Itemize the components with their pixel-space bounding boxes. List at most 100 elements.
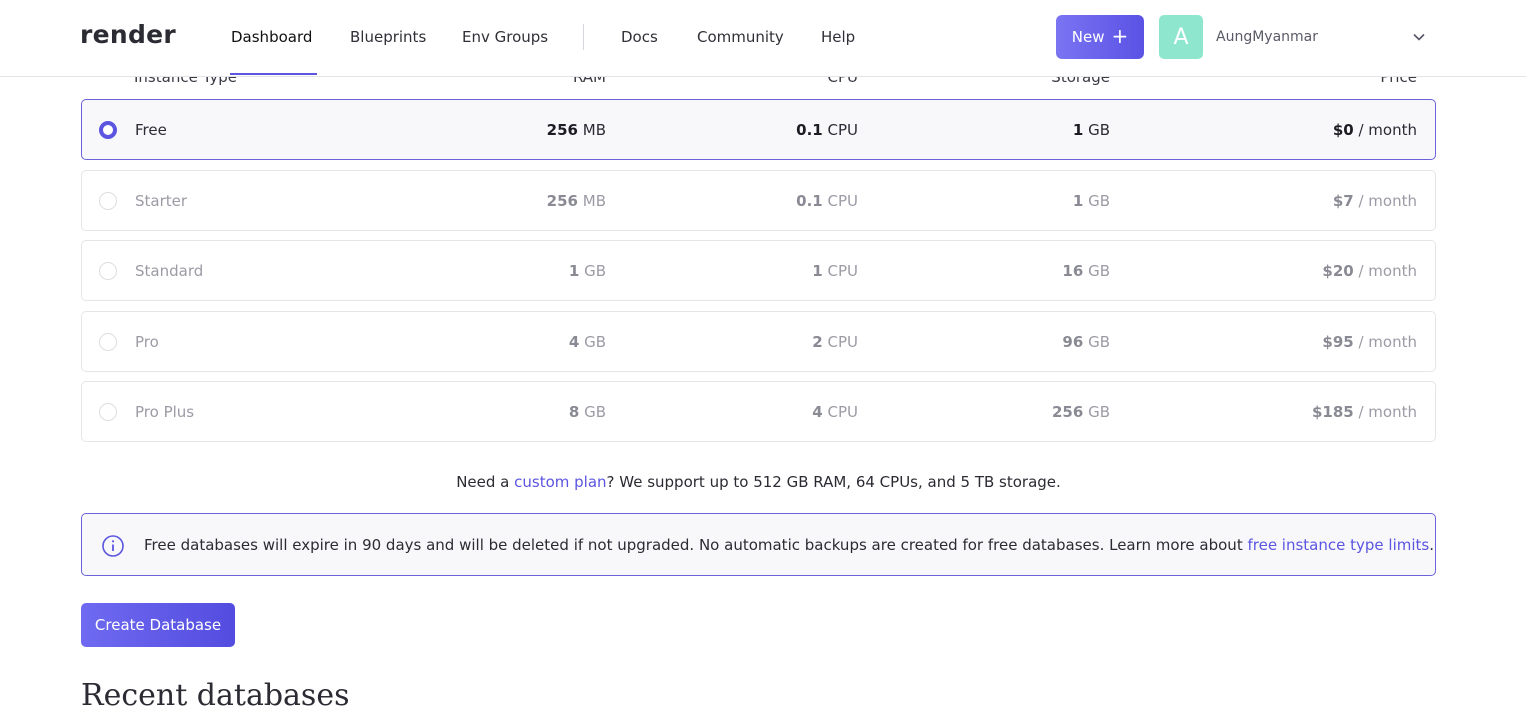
- ram-unit: MB: [582, 121, 606, 139]
- price-value: $185 / month: [1312, 403, 1417, 421]
- price-value: $95 / month: [1322, 333, 1417, 351]
- ram-unit: GB: [584, 262, 606, 280]
- storage-value: 16 GB: [1062, 262, 1110, 280]
- radio-unselected[interactable]: [99, 403, 117, 421]
- radio-selected[interactable]: [99, 121, 117, 139]
- instance-row-starter[interactable]: Starter 256 MB 0.1 CPU 1 GB $7 / month: [81, 170, 1436, 231]
- ram-unit: MB: [582, 192, 606, 210]
- ram-value: 256 MB: [547, 121, 606, 139]
- instance-row-free[interactable]: Free 256 MB 0.1 CPU 1 GB $0 / month: [81, 99, 1436, 160]
- price-value: $7 / month: [1333, 192, 1417, 210]
- instance-name: Starter: [135, 192, 188, 210]
- price-unit: / month: [1358, 192, 1417, 210]
- price-number: $185: [1311, 403, 1354, 421]
- top-navigation-bar: render Dashboard Blueprints Env Groups D…: [0, 0, 1526, 77]
- free-limits-link[interactable]: free instance type limits: [1247, 536, 1429, 554]
- price-value: $20 / month: [1322, 262, 1417, 280]
- cpu-number: 0.1: [796, 121, 823, 139]
- custom-plan-text: Need a: [456, 473, 515, 491]
- ram-number: 256: [546, 192, 578, 210]
- price-unit: / month: [1358, 403, 1417, 421]
- instance-name: Free: [135, 121, 167, 139]
- price-value: $0 / month: [1333, 121, 1417, 139]
- instance-row-pro[interactable]: Pro 4 GB 2 CPU 96 GB $95 / month: [81, 311, 1436, 372]
- nav-docs[interactable]: Docs: [621, 28, 658, 46]
- info-message-text: Free databases will expire in 90 days an…: [144, 536, 1248, 554]
- price-number: $20: [1322, 262, 1354, 280]
- render-logo[interactable]: render: [80, 20, 176, 49]
- price-number: $0: [1332, 121, 1354, 139]
- custom-plan-note: Need a custom plan? We support up to 512…: [0, 473, 1517, 491]
- cpu-number: 0.1: [796, 192, 823, 210]
- nav-help[interactable]: Help: [821, 28, 855, 46]
- ram-value: 256 MB: [547, 192, 606, 210]
- ram-value: 8 GB: [569, 403, 606, 421]
- recent-databases-heading: Recent databases: [81, 678, 350, 713]
- ram-unit: GB: [584, 403, 606, 421]
- custom-plan-link[interactable]: custom plan: [514, 473, 606, 491]
- active-tab-indicator: [230, 73, 317, 75]
- nav-blueprints[interactable]: Blueprints: [350, 28, 426, 46]
- price-number: $7: [1332, 192, 1354, 210]
- custom-plan-text-end: ? We support up to 512 GB RAM, 64 CPUs, …: [606, 473, 1061, 491]
- price-number: $95: [1322, 333, 1354, 351]
- cpu-unit: CPU: [827, 121, 859, 139]
- storage-value: 1 GB: [1073, 121, 1110, 139]
- cpu-number: 4: [812, 403, 823, 421]
- account-name[interactable]: AungMyanmar: [1216, 29, 1318, 45]
- cpu-value: 2 CPU: [812, 333, 858, 351]
- storage-number: 96: [1062, 333, 1084, 351]
- new-button-label: New: [1071, 28, 1105, 46]
- radio-unselected[interactable]: [99, 262, 117, 280]
- nav-community[interactable]: Community: [697, 28, 784, 46]
- cpu-value: 0.1 CPU: [796, 192, 858, 210]
- storage-number: 1: [1072, 192, 1084, 210]
- cpu-value: 0.1 CPU: [796, 121, 858, 139]
- cpu-unit: CPU: [827, 262, 859, 280]
- free-tier-info-banner: Free databases will expire in 90 days an…: [81, 513, 1436, 576]
- create-database-button[interactable]: Create Database: [81, 603, 235, 647]
- info-message: Free databases will expire in 90 days an…: [144, 536, 1434, 554]
- instance-name: Pro Plus: [135, 403, 195, 421]
- storage-number: 1: [1072, 121, 1084, 139]
- price-unit: / month: [1358, 121, 1417, 139]
- storage-value: 96 GB: [1062, 333, 1110, 351]
- cpu-number: 1: [812, 262, 823, 280]
- chevron-down-icon[interactable]: [1412, 30, 1426, 44]
- cpu-value: 1 CPU: [812, 262, 858, 280]
- cpu-unit: CPU: [827, 403, 859, 421]
- cpu-number: 2: [812, 333, 823, 351]
- radio-unselected[interactable]: [99, 192, 117, 210]
- storage-number: 16: [1062, 262, 1084, 280]
- nav-env-groups[interactable]: Env Groups: [462, 28, 548, 46]
- new-button[interactable]: New +: [1056, 15, 1144, 59]
- storage-unit: GB: [1088, 192, 1110, 210]
- radio-unselected[interactable]: [99, 333, 117, 351]
- ram-number: 1: [568, 262, 580, 280]
- storage-number: 256: [1051, 403, 1084, 421]
- storage-value: 256 GB: [1052, 403, 1110, 421]
- cpu-value: 4 CPU: [812, 403, 858, 421]
- avatar[interactable]: A: [1159, 15, 1203, 59]
- info-message-end: .: [1429, 536, 1434, 554]
- plus-icon: +: [1111, 24, 1129, 48]
- storage-unit: GB: [1088, 121, 1110, 139]
- info-icon: [102, 535, 124, 557]
- price-unit: / month: [1358, 262, 1417, 280]
- storage-unit: GB: [1088, 333, 1110, 351]
- cpu-unit: CPU: [827, 333, 859, 351]
- ram-number: 8: [568, 403, 580, 421]
- storage-unit: GB: [1088, 403, 1110, 421]
- instance-row-pro-plus[interactable]: Pro Plus 8 GB 4 CPU 256 GB $185 / month: [81, 381, 1436, 442]
- instance-row-standard[interactable]: Standard 1 GB 1 CPU 16 GB $20 / month: [81, 240, 1436, 301]
- instance-name: Pro: [135, 333, 159, 351]
- ram-value: 1 GB: [569, 262, 606, 280]
- nav-dashboard[interactable]: Dashboard: [231, 28, 312, 46]
- ram-value: 4 GB: [569, 333, 606, 351]
- storage-unit: GB: [1088, 262, 1110, 280]
- storage-value: 1 GB: [1073, 192, 1110, 210]
- ram-number: 256: [546, 121, 578, 139]
- nav-divider: [583, 24, 584, 50]
- cpu-unit: CPU: [827, 192, 859, 210]
- ram-number: 4: [568, 333, 580, 351]
